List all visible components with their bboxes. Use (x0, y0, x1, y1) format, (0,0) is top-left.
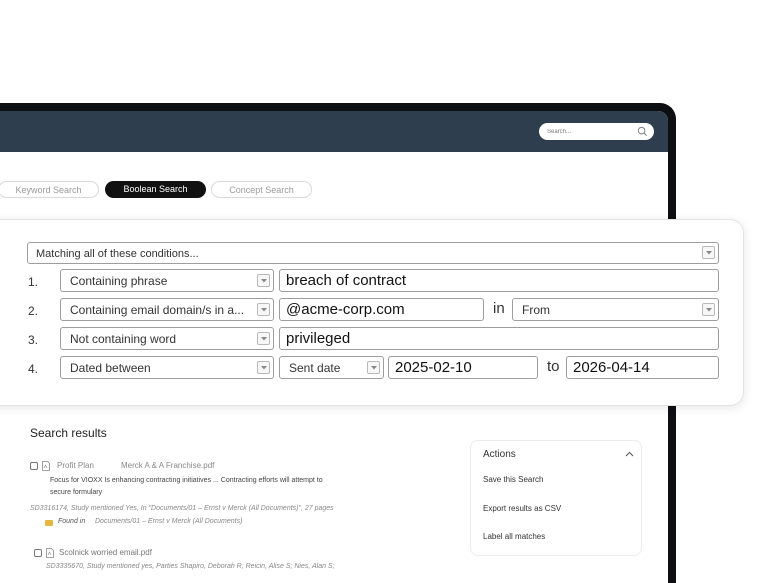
condition-4-operator-select[interactable]: Dated between (60, 356, 274, 379)
search-icon[interactable] (637, 126, 648, 137)
date-from-input[interactable]: 2025-02-10 (388, 356, 538, 379)
condition-number: 3. (28, 333, 39, 347)
condition-1-value-input[interactable]: breach of contract (279, 269, 719, 292)
global-search[interactable] (539, 123, 654, 140)
condition-3-value-input[interactable]: privileged (279, 327, 719, 350)
condition-2-joiner: in (493, 300, 505, 317)
result-snippet: Focus for VIOXX Is enhancing contracting… (50, 477, 323, 484)
condition-3-operator-select[interactable]: Not containing word (60, 327, 274, 350)
found-in-label: Found in (58, 518, 86, 525)
condition-1-operator-select[interactable]: Containing phrase (60, 269, 274, 292)
condition-2-value-input[interactable]: @acme-corp.com (279, 298, 484, 321)
top-bar (0, 111, 668, 152)
save-search-action[interactable]: Save this Search (483, 475, 543, 484)
result-snippet: secure formulary (50, 489, 103, 496)
tab-concept-search[interactable]: Concept Search (211, 181, 312, 198)
result-checkbox[interactable] (34, 549, 42, 557)
tab-boolean-search[interactable]: Boolean Search (105, 181, 206, 198)
global-search-input[interactable] (547, 125, 627, 138)
chevron-down-icon[interactable] (257, 361, 270, 374)
folder-icon (45, 520, 53, 526)
result-title[interactable]: Profit Plan (57, 461, 94, 470)
condition-number: 4. (28, 362, 39, 376)
search-results-title: Search results (30, 426, 107, 440)
match-mode-select[interactable]: Matching all of these conditions... (27, 242, 719, 264)
condition-number: 2. (28, 304, 39, 318)
chevron-down-icon[interactable] (257, 303, 270, 316)
query-builder-panel: Matching all of these conditions... 1. C… (0, 219, 744, 406)
condition-4-date-field-select[interactable]: Sent date (279, 356, 384, 379)
date-to-input[interactable]: 2026-04-14 (566, 356, 719, 379)
pdf-file-icon (46, 548, 54, 558)
chevron-down-icon[interactable] (702, 246, 715, 259)
result-checkbox[interactable] (30, 462, 38, 470)
chevron-down-icon[interactable] (367, 361, 380, 374)
result-title[interactable]: Scolnick worried email.pdf (59, 548, 152, 557)
tab-keyword-search[interactable]: Keyword Search (0, 181, 99, 198)
chevron-down-icon[interactable] (257, 332, 270, 345)
condition-number: 1. (28, 275, 39, 289)
pdf-file-icon (42, 461, 50, 471)
condition-2-field-select[interactable]: From (512, 298, 719, 321)
condition-2-operator-select[interactable]: Containing email domain/s in a... (60, 298, 274, 321)
found-in-path[interactable]: Documents/01 – Ernst v Merck (All Docume… (95, 518, 242, 525)
actions-panel: Actions Save this Search Export results … (470, 440, 642, 556)
result-meta: SD3316174, Study mentioned Yes, In "Docu… (30, 505, 334, 512)
chevron-up-icon[interactable] (625, 451, 634, 457)
actions-title: Actions (483, 449, 516, 460)
chevron-down-icon[interactable] (257, 274, 270, 287)
label-matches-action[interactable]: Label all matches (483, 532, 545, 541)
condition-4-joiner: to (547, 358, 560, 375)
chevron-down-icon[interactable] (702, 303, 715, 316)
export-csv-action[interactable]: Export results as CSV (483, 504, 561, 513)
result-source: Merck A & A Franchise.pdf (121, 461, 215, 470)
